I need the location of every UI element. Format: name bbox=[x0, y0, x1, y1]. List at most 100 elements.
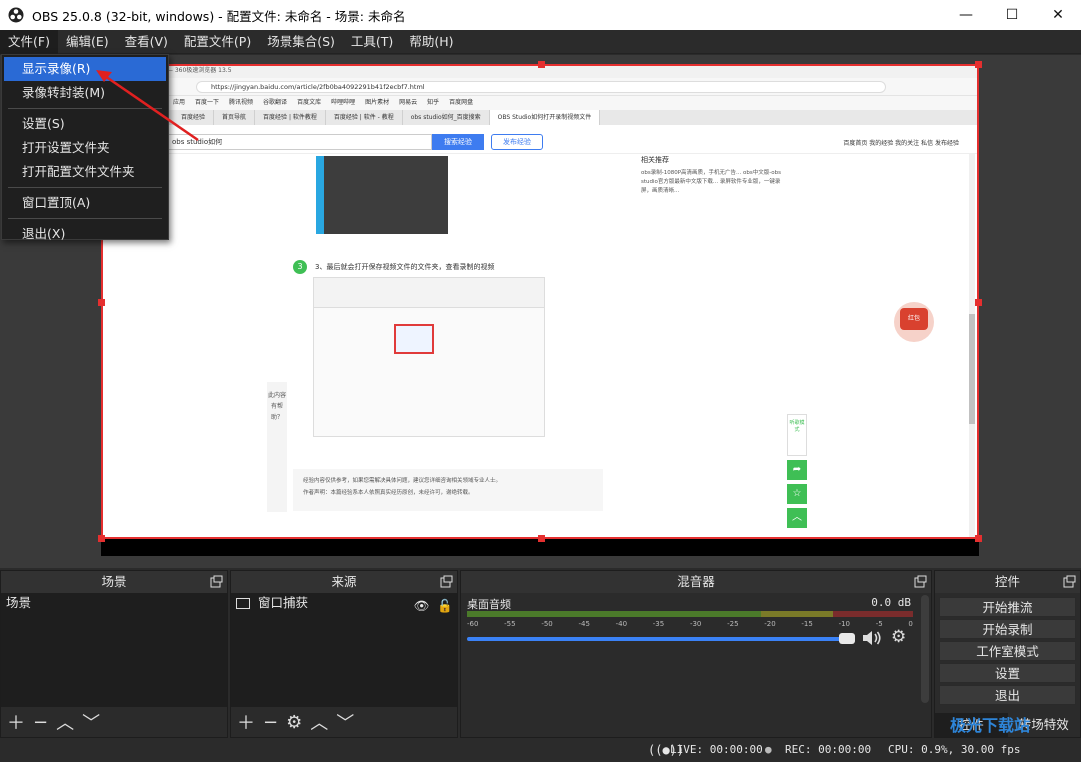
menu-settings[interactable]: 设置(S) bbox=[2, 112, 168, 136]
step-number-badge: 3 bbox=[293, 260, 307, 274]
remove-icon[interactable]: − bbox=[33, 712, 48, 733]
sources-dock-header: 来源 bbox=[231, 571, 457, 593]
undock-icon[interactable] bbox=[1063, 575, 1076, 588]
menu-open-profile-folder[interactable]: 打开配置文件文件夹 bbox=[2, 160, 168, 184]
controls-buttons: 开始推流 开始录制 工作室模式 设置 退出 bbox=[935, 595, 1080, 707]
move-down-icon[interactable]: ﹀ bbox=[336, 709, 354, 735]
menu-view[interactable]: 查看(V) bbox=[117, 30, 176, 54]
bookmark: 应用 bbox=[173, 99, 186, 106]
site-watermark: 极光下载站 bbox=[950, 716, 1031, 735]
step-text: 3、最后就会打开保存视频文件的文件夹，查看录制的视频 bbox=[315, 263, 495, 271]
docks-area: 场景 场景 ＋ − ︿ ﹀ 来源 窗口捕获 👁 🔓 ＋ − ⚙ ︿ ﹀ 混音器 … bbox=[0, 570, 1081, 738]
menu-always-on-top[interactable]: 窗口置顶(A) bbox=[2, 191, 168, 215]
start-recording-button[interactable]: 开始录制 bbox=[939, 619, 1076, 639]
browser-toolbar: https://jingyan.baidu.com/article/2fb0ba… bbox=[101, 78, 979, 96]
browser-url: https://jingyan.baidu.com/article/2fb0ba… bbox=[196, 81, 886, 93]
meter-tick: -35 bbox=[652, 620, 665, 628]
status-bar: ((●)) LIVE: 00:00:00 ● REC: 00:00:00 CPU… bbox=[0, 738, 1081, 762]
remove-icon[interactable]: − bbox=[263, 712, 278, 733]
lock-icon[interactable]: 🔓 bbox=[437, 596, 453, 616]
undock-icon[interactable] bbox=[440, 575, 453, 588]
window-capture-icon bbox=[236, 597, 250, 609]
record-dot-icon: ● bbox=[765, 743, 772, 756]
settings-button[interactable]: 设置 bbox=[939, 663, 1076, 683]
menu-tools[interactable]: 工具(T) bbox=[343, 30, 401, 54]
volume-slider[interactable] bbox=[467, 637, 847, 641]
meter-tick: -20 bbox=[764, 620, 776, 628]
mixer-body: 桌面音频 0.0 dB -60 -55 -50 -45 -40 -35 -30 … bbox=[461, 593, 931, 737]
studio-mode-button[interactable]: 工作室模式 bbox=[939, 641, 1076, 661]
bookmark: 百度网盘 bbox=[449, 99, 474, 106]
gear-icon[interactable]: ⚙ bbox=[891, 627, 906, 647]
controls-title: 控件 bbox=[994, 574, 1020, 589]
live-status: LIVE: 00:00:00 bbox=[670, 743, 763, 756]
controls-dock-header: 控件 bbox=[935, 571, 1080, 593]
redpack-label: 红包 bbox=[900, 308, 928, 330]
minimize-button[interactable]: — bbox=[943, 0, 989, 30]
tip-text: 经验内容仅供参考，如果您需解决具体问题，建议您详细咨询相关领域专业人士。 bbox=[303, 478, 502, 484]
maximize-button[interactable]: ☐ bbox=[989, 0, 1035, 30]
meter-tick: -30 bbox=[689, 620, 702, 628]
menu-exit[interactable]: 退出(X) bbox=[2, 222, 168, 246]
gear-icon[interactable]: ⚙ bbox=[286, 712, 302, 733]
exit-button[interactable]: 退出 bbox=[939, 685, 1076, 705]
scene-item[interactable]: 场景 bbox=[1, 593, 227, 613]
menu-open-settings-folder[interactable]: 打开设置文件夹 bbox=[2, 136, 168, 160]
browser-tab: 百度经验 | 软件 - 教程 bbox=[326, 110, 403, 125]
article-screenshot bbox=[316, 156, 448, 234]
rec-status: REC: 00:00:00 bbox=[785, 743, 872, 756]
meter-tick: -45 bbox=[578, 620, 590, 628]
browser-title-strip: 百度经验 — 360极速浏览器 13.5 bbox=[101, 64, 979, 78]
menu-separator bbox=[8, 218, 162, 219]
move-up-icon[interactable]: ︿ bbox=[56, 709, 74, 735]
source-item[interactable]: 窗口捕获 👁 🔓 bbox=[231, 593, 457, 613]
sources-list[interactable]: 窗口捕获 👁 🔓 bbox=[231, 593, 457, 707]
tip-box: 经验内容仅供参考，如果您需解决具体问题，建议您详细咨询相关领域专业人士。 作者声… bbox=[293, 469, 603, 511]
browser-tab: 首页导航 bbox=[214, 110, 256, 125]
share-icon: ➦ bbox=[787, 460, 807, 480]
mixer-dock: 混音器 桌面音频 0.0 dB -60 -55 -50 -45 -40 -35 … bbox=[460, 570, 932, 738]
sources-title: 来源 bbox=[331, 574, 357, 589]
mixer-db-readout: 0.0 dB bbox=[871, 596, 911, 609]
highlighted-file bbox=[394, 324, 434, 354]
meter-tick: -40 bbox=[615, 620, 628, 628]
menu-help[interactable]: 帮助(H) bbox=[401, 30, 461, 54]
meter-tick: -60 bbox=[467, 620, 479, 628]
close-button[interactable]: ✕ bbox=[1035, 0, 1081, 30]
browser-tab: 百度经验 | 软件教程 bbox=[255, 110, 326, 125]
menu-profile[interactable]: 配置文件(P) bbox=[176, 30, 259, 54]
related-text: obs录制-1080P高清画质，手机无广告... obs中文版-obs stud… bbox=[641, 170, 781, 194]
preview-canvas[interactable]: 百度经验 — 360极速浏览器 13.5 https://jingyan.bai… bbox=[101, 64, 979, 556]
menu-edit[interactable]: 编辑(E) bbox=[58, 30, 117, 54]
captured-window: 百度经验 — 360极速浏览器 13.5 https://jingyan.bai… bbox=[101, 64, 979, 538]
add-icon[interactable]: ＋ bbox=[237, 709, 255, 735]
bookmark: 谷歌翻译 bbox=[263, 99, 288, 106]
menu-show-recordings[interactable]: 显示录像(R) bbox=[4, 57, 166, 81]
bookmark: 百度文库 bbox=[297, 99, 322, 106]
browser-scrollbar bbox=[969, 154, 975, 538]
volume-slider-knob[interactable] bbox=[839, 633, 855, 644]
menu-scene-collection[interactable]: 场景集合(S) bbox=[259, 30, 343, 54]
scenes-list[interactable]: 场景 bbox=[1, 593, 227, 707]
star-icon: ☆ bbox=[787, 484, 807, 504]
move-up-icon[interactable]: ︿ bbox=[310, 709, 328, 735]
related-panel: 相关推荐 obs录制-1080P高清画质，手机无广告... obs中文版-obs… bbox=[641, 156, 781, 326]
eye-icon[interactable]: 👁 bbox=[414, 596, 430, 616]
undock-icon[interactable] bbox=[914, 575, 927, 588]
start-streaming-button[interactable]: 开始推流 bbox=[939, 597, 1076, 617]
bookmark: 网易云 bbox=[399, 99, 418, 106]
baidu-publish-button: 发布经验 bbox=[491, 134, 543, 150]
window-title: OBS 25.0.8 (32-bit, windows) - 配置文件: 未命名… bbox=[32, 8, 406, 24]
speaker-icon[interactable] bbox=[861, 629, 883, 647]
move-down-icon[interactable]: ﹀ bbox=[82, 709, 100, 735]
meter-tick: 0 bbox=[908, 620, 913, 628]
menu-file[interactable]: 文件(F) bbox=[0, 29, 58, 54]
add-icon[interactable]: ＋ bbox=[7, 709, 25, 735]
menu-remux-recordings[interactable]: 录像转封装(M) bbox=[2, 81, 168, 105]
browser-tab-active: OBS Studio如何打开录制视频文件 bbox=[489, 110, 601, 125]
bookmarks-bar: 应用 百度一下 腾讯视频 谷歌翻译 百度文库 哔哩哔哩 图片素材 网易云 知乎 … bbox=[101, 96, 979, 110]
sources-dock: 来源 窗口捕获 👁 🔓 ＋ − ⚙ ︿ ﹀ bbox=[230, 570, 458, 738]
undock-icon[interactable] bbox=[210, 575, 223, 588]
scenes-dock-header: 场景 bbox=[1, 571, 227, 593]
mixer-scrollbar[interactable] bbox=[921, 595, 929, 703]
